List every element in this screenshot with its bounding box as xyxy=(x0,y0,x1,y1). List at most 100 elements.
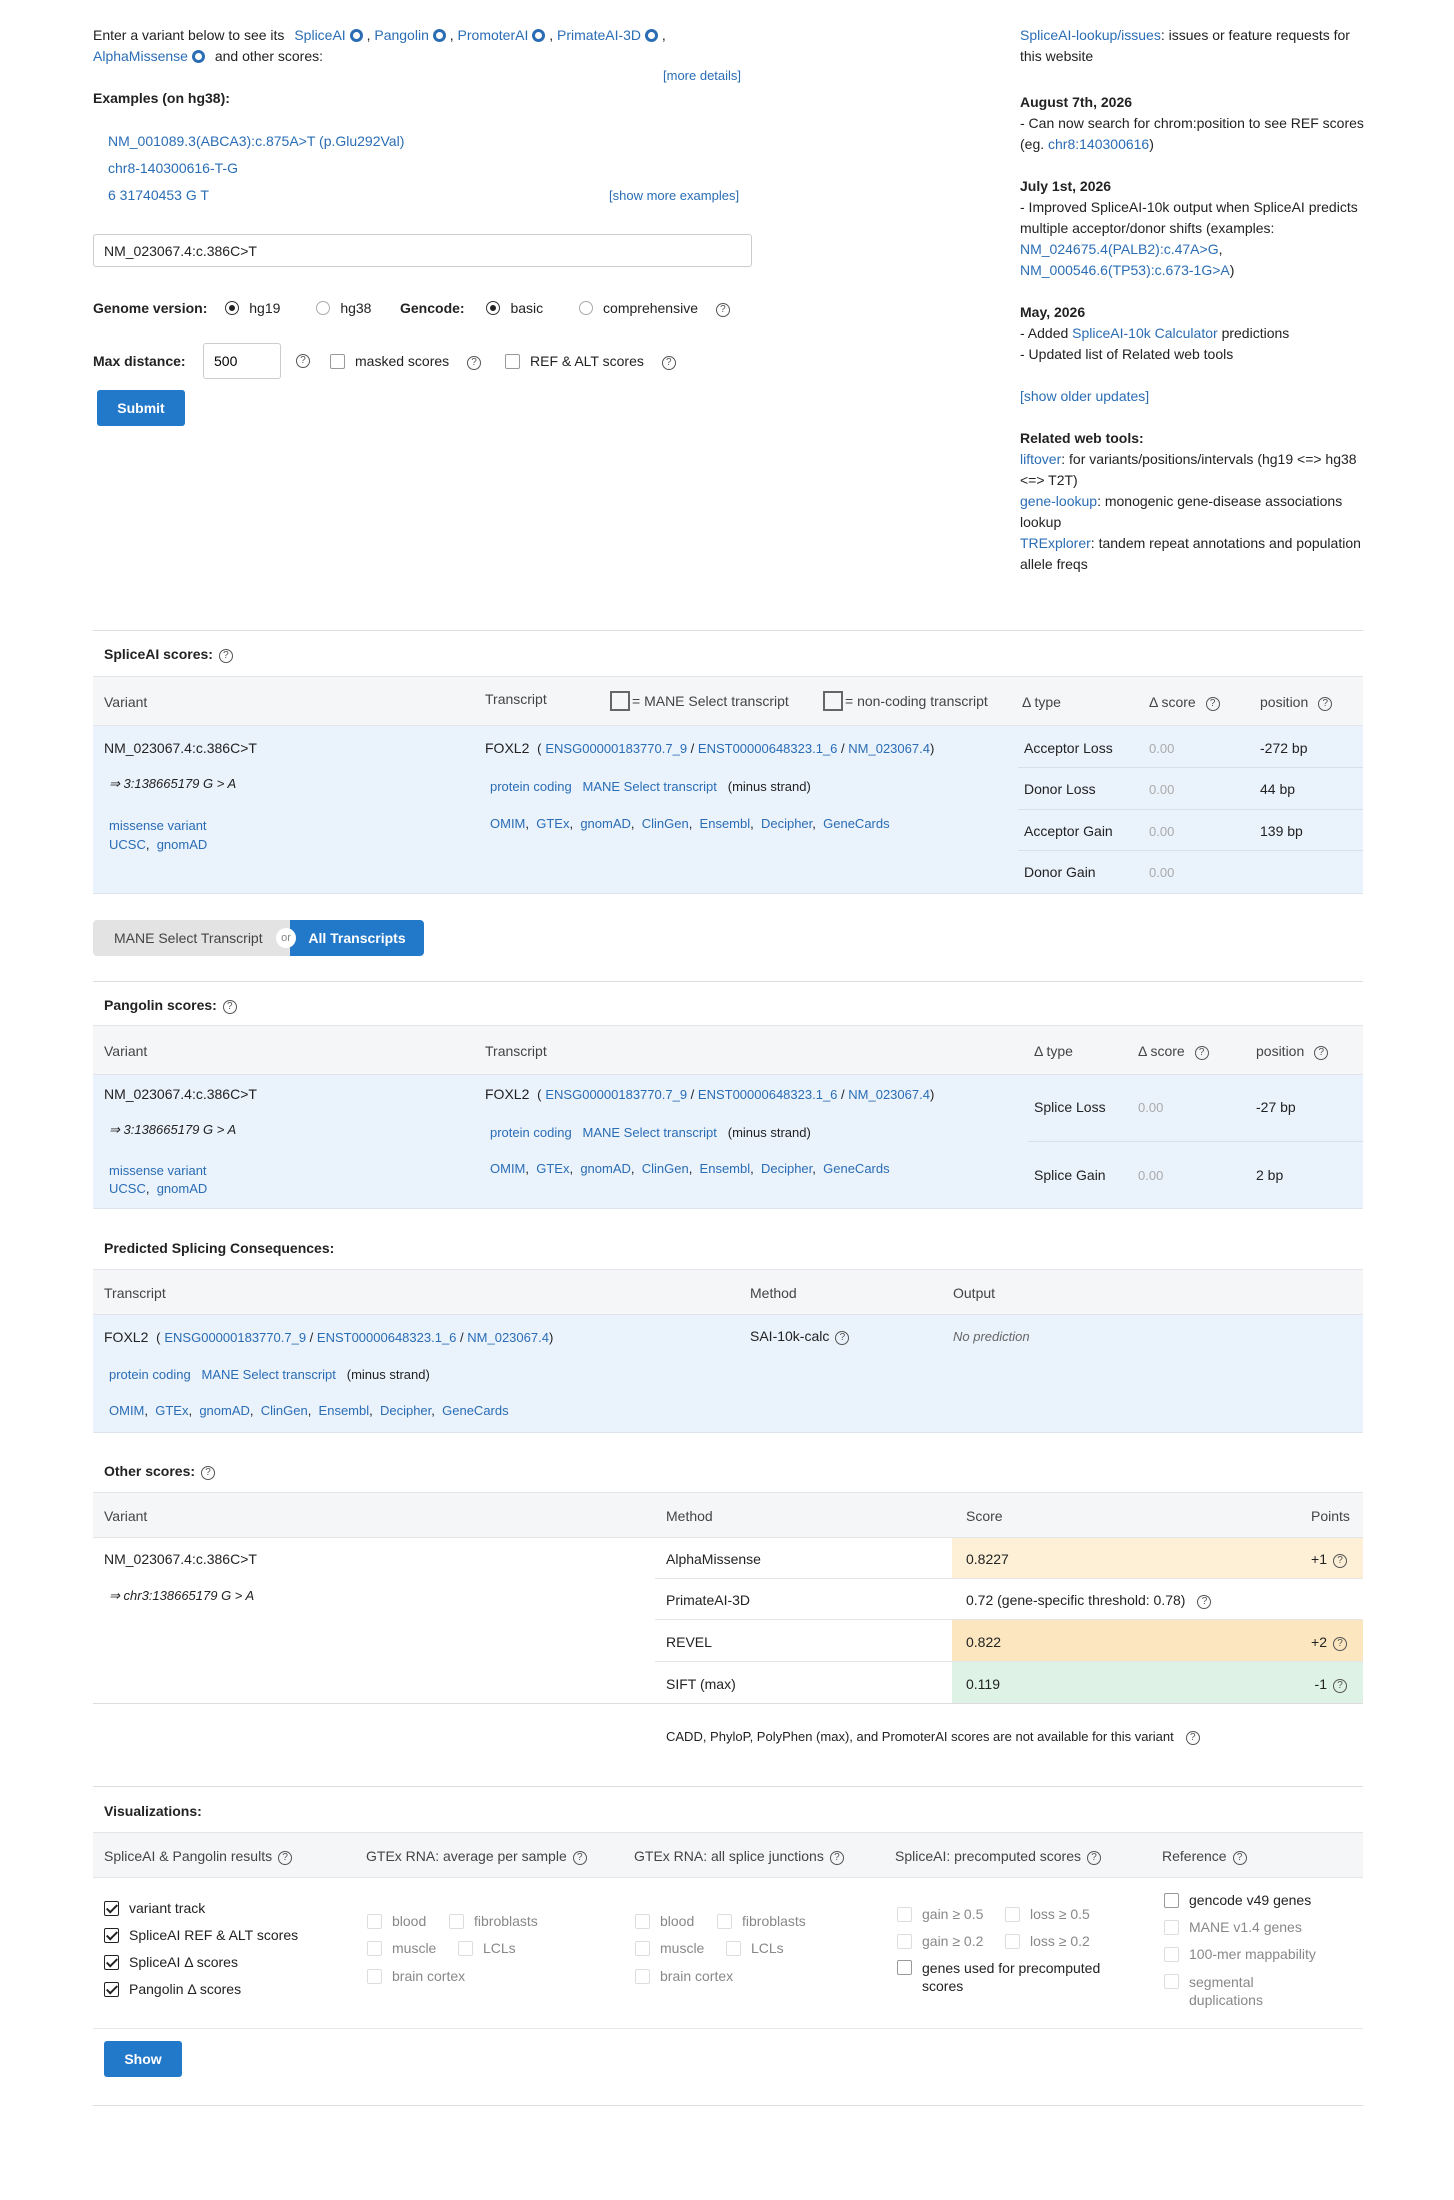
github-icon[interactable] xyxy=(349,29,363,42)
mane-genes-checkbox[interactable] xyxy=(1164,1920,1179,1935)
help-icon[interactable]: ? xyxy=(1185,1731,1200,1745)
show-visualization-button[interactable]: Show xyxy=(104,2041,182,2077)
help-icon[interactable]: ? xyxy=(572,1851,587,1865)
decipher-link[interactable]: Decipher xyxy=(761,1161,812,1176)
consequence-link[interactable]: missense variant xyxy=(109,818,207,833)
show-older-updates-link[interactable]: [show older updates] xyxy=(1020,388,1149,404)
gnomad-link[interactable]: gnomAD xyxy=(157,837,208,852)
submit-button[interactable]: Submit xyxy=(97,390,185,426)
ensg-link[interactable]: ENSG00000183770.7_9 xyxy=(164,1330,306,1345)
ensembl-link[interactable]: Ensembl xyxy=(700,1161,751,1176)
help-icon[interactable]: ? xyxy=(1333,1679,1347,1693)
pangolin-link[interactable]: Pangolin xyxy=(374,27,429,43)
clingen-link[interactable]: ClinGen xyxy=(642,816,689,831)
help-icon[interactable]: ? xyxy=(1333,1637,1347,1651)
help-icon[interactable]: ? xyxy=(661,356,676,370)
gnomad-link[interactable]: gnomAD xyxy=(199,1403,250,1418)
help-icon[interactable]: ? xyxy=(1333,1554,1347,1568)
pangolin-delta-checkbox[interactable] xyxy=(104,1982,119,1997)
basic-radio[interactable] xyxy=(486,301,501,315)
gtex-link[interactable]: GTEx xyxy=(536,1161,569,1176)
help-icon[interactable]: ? xyxy=(1194,1046,1209,1060)
help-icon[interactable]: ? xyxy=(1086,1851,1101,1865)
github-icon[interactable] xyxy=(645,29,659,42)
example-2[interactable]: chr8-140300616-T-G xyxy=(108,160,238,176)
gene-lookup-link[interactable]: gene-lookup xyxy=(1020,493,1097,509)
spliceai-link[interactable]: SpliceAI xyxy=(294,27,345,43)
gtex-avg-lcls-checkbox[interactable] xyxy=(458,1941,473,1956)
gtex-link[interactable]: GTEx xyxy=(536,816,569,831)
primateai-link[interactable]: PrimateAI-3D xyxy=(557,27,641,43)
help-icon[interactable]: ? xyxy=(1197,1595,1212,1609)
help-icon[interactable]: ? xyxy=(218,649,233,663)
genecards-link[interactable]: GeneCards xyxy=(823,1161,889,1176)
gtex-junc-fibroblasts-checkbox[interactable] xyxy=(717,1914,732,1929)
hg38-radio[interactable] xyxy=(316,301,331,315)
gtex-junc-lcls-checkbox[interactable] xyxy=(726,1941,741,1956)
liftover-link[interactable]: liftover xyxy=(1020,451,1061,467)
gtex-avg-blood-checkbox[interactable] xyxy=(367,1914,382,1929)
gtex-avg-muscle-checkbox[interactable] xyxy=(367,1941,382,1956)
help-icon[interactable]: ? xyxy=(296,354,310,368)
mane-select-toggle-button[interactable]: MANE Select Transcript xyxy=(93,920,293,956)
tp53-example-link[interactable]: NM_000546.6(TP53):c.673-1G>A xyxy=(1020,262,1230,278)
help-icon[interactable]: ? xyxy=(201,1466,216,1480)
help-icon[interactable]: ? xyxy=(835,1331,850,1345)
help-icon[interactable]: ? xyxy=(222,1000,237,1014)
variant-track-checkbox[interactable] xyxy=(104,1901,119,1916)
gtex-junc-blood-checkbox[interactable] xyxy=(635,1914,650,1929)
github-icon[interactable] xyxy=(432,29,446,42)
masked-scores-checkbox[interactable] xyxy=(330,354,345,369)
gtex-avg-fibroblasts-checkbox[interactable] xyxy=(449,1914,464,1929)
clingen-link[interactable]: ClinGen xyxy=(261,1403,308,1418)
github-icon[interactable] xyxy=(191,50,205,63)
issues-link[interactable]: SpliceAI-lookup/issues xyxy=(1020,27,1161,43)
gtex-link[interactable]: GTEx xyxy=(155,1403,188,1418)
help-icon[interactable]: ? xyxy=(1318,697,1333,711)
enst-link[interactable]: ENST00000648323.1_6 xyxy=(698,741,838,756)
decipher-link[interactable]: Decipher xyxy=(380,1403,431,1418)
gnomad-link[interactable]: gnomAD xyxy=(157,1181,208,1196)
help-icon[interactable]: ? xyxy=(1232,1851,1247,1865)
ensg-link[interactable]: ENSG00000183770.7_9 xyxy=(545,1087,687,1102)
all-transcripts-toggle-button[interactable]: All Transcripts xyxy=(290,920,424,956)
help-icon[interactable]: ? xyxy=(715,303,730,317)
clingen-link[interactable]: ClinGen xyxy=(642,1161,689,1176)
more-details-link[interactable]: [more details] xyxy=(663,68,741,83)
nm-link[interactable]: NM_023067.4 xyxy=(848,1087,930,1102)
gencode-genes-checkbox[interactable] xyxy=(1164,1893,1179,1908)
omim-link[interactable]: OMIM xyxy=(490,816,525,831)
ref-alt-checkbox[interactable] xyxy=(505,354,520,369)
pre-gain-02-checkbox[interactable] xyxy=(897,1934,912,1949)
pre-gain-05-checkbox[interactable] xyxy=(897,1907,912,1922)
spliceai-ref-alt-checkbox[interactable] xyxy=(104,1928,119,1943)
hg19-radio[interactable] xyxy=(225,301,240,315)
pre-genes-checkbox[interactable] xyxy=(897,1960,912,1975)
max-distance-input[interactable] xyxy=(203,343,281,379)
gnomad-link[interactable]: gnomAD xyxy=(580,816,631,831)
enst-link[interactable]: ENST00000648323.1_6 xyxy=(698,1087,838,1102)
ensembl-link[interactable]: Ensembl xyxy=(700,816,751,831)
pre-loss-05-checkbox[interactable] xyxy=(1005,1907,1020,1922)
nm-link[interactable]: NM_023067.4 xyxy=(467,1330,549,1345)
genecards-link[interactable]: GeneCards xyxy=(442,1403,508,1418)
show-more-examples-link[interactable]: [show more examples] xyxy=(609,188,739,203)
nm-link[interactable]: NM_023067.4 xyxy=(848,741,930,756)
help-icon[interactable]: ? xyxy=(278,1851,293,1865)
comprehensive-radio[interactable] xyxy=(579,301,594,315)
gtex-junc-brain-cortex-checkbox[interactable] xyxy=(635,1969,650,1984)
gnomad-link[interactable]: gnomAD xyxy=(580,1161,631,1176)
spliceai-10k-calculator-link[interactable]: SpliceAI-10k Calculator xyxy=(1072,325,1218,341)
ucsc-link[interactable]: UCSC xyxy=(109,837,146,852)
ucsc-link[interactable]: UCSC xyxy=(109,1181,146,1196)
ensg-link[interactable]: ENSG00000183770.7_9 xyxy=(545,741,687,756)
promoterai-link[interactable]: PromoterAI xyxy=(458,27,529,43)
variant-search-input[interactable] xyxy=(93,234,752,267)
genecards-link[interactable]: GeneCards xyxy=(823,816,889,831)
example-1[interactable]: NM_001089.3(ABCA3):c.875A>T (p.Glu292Val… xyxy=(108,133,404,149)
omim-link[interactable]: OMIM xyxy=(109,1403,144,1418)
help-icon[interactable]: ? xyxy=(829,1851,844,1865)
alphamissense-link[interactable]: AlphaMissense xyxy=(93,48,188,64)
help-icon[interactable]: ? xyxy=(1314,1046,1329,1060)
ensembl-link[interactable]: Ensembl xyxy=(319,1403,370,1418)
